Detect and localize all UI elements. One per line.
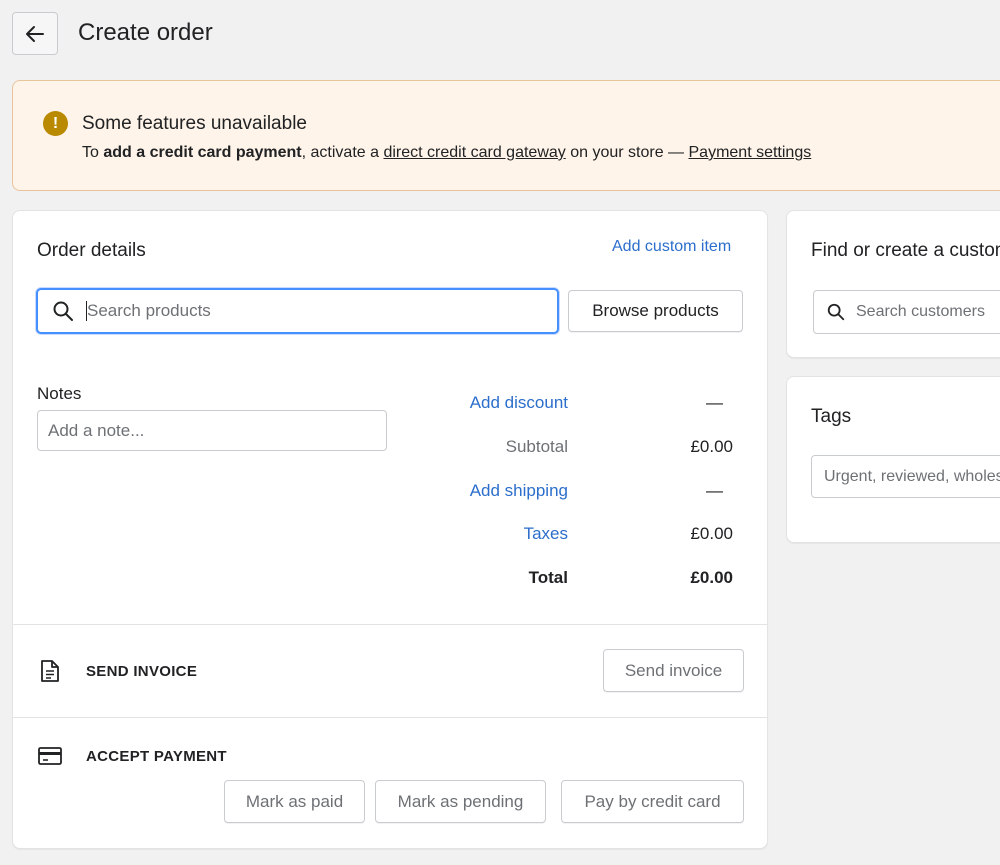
total-value: £0.00 bbox=[690, 568, 733, 587]
customer-search-field[interactable] bbox=[813, 290, 1000, 334]
summary-row-total: Total £0.00 bbox=[393, 568, 733, 592]
banner-text-prefix: To bbox=[82, 144, 104, 161]
section-divider bbox=[13, 717, 767, 718]
notes-label: Notes bbox=[37, 384, 82, 403]
subtotal-value: £0.00 bbox=[690, 437, 733, 456]
summary-row-taxes: Taxes £0.00 bbox=[393, 524, 733, 548]
banner-title: Some features unavailable bbox=[82, 113, 307, 134]
banner-text-bold: add a credit card payment bbox=[103, 144, 302, 161]
order-details-card: Order details Add custom item Browse pro… bbox=[12, 210, 768, 849]
add-shipping-link[interactable]: Add shipping bbox=[470, 481, 568, 501]
arrow-left-icon bbox=[26, 25, 44, 42]
tags-heading: Tags bbox=[811, 406, 852, 427]
shipping-value: — bbox=[706, 481, 723, 500]
product-search-input[interactable] bbox=[87, 301, 507, 321]
total-label: Total bbox=[528, 568, 568, 587]
subtotal-label: Subtotal bbox=[505, 437, 568, 456]
credit-card-icon bbox=[38, 747, 62, 765]
section-divider bbox=[13, 624, 767, 625]
summary-row-shipping: Add shipping — bbox=[393, 481, 733, 505]
banner-text-after: on your store — bbox=[565, 144, 689, 161]
search-icon bbox=[53, 301, 73, 321]
gateway-link[interactable]: direct credit card gateway bbox=[383, 144, 565, 161]
send-invoice-title: SEND INVOICE bbox=[86, 663, 198, 680]
summary-row-subtotal: Subtotal £0.00 bbox=[393, 437, 733, 461]
accept-payment-title: ACCEPT PAYMENT bbox=[86, 748, 227, 765]
search-icon bbox=[827, 303, 845, 321]
send-invoice-button[interactable]: Send invoice bbox=[603, 649, 744, 692]
discount-value: — bbox=[706, 393, 723, 412]
customer-heading: Find or create a customer bbox=[811, 240, 1000, 261]
warning-banner: ! Some features unavailable To add a cre… bbox=[12, 80, 1000, 191]
taxes-link[interactable]: Taxes bbox=[524, 524, 568, 544]
tags-card: Tags bbox=[786, 376, 1000, 543]
banner-text: To add a credit card payment, activate a… bbox=[82, 144, 811, 162]
page-title: Create order bbox=[78, 19, 213, 46]
mark-as-pending-button[interactable]: Mark as pending bbox=[375, 780, 546, 823]
warning-icon: ! bbox=[43, 111, 68, 136]
taxes-value: £0.00 bbox=[690, 524, 733, 543]
mark-as-paid-button[interactable]: Mark as paid bbox=[224, 780, 365, 823]
add-discount-link[interactable]: Add discount bbox=[470, 393, 568, 413]
customer-search-input[interactable] bbox=[856, 303, 1000, 321]
notes-input[interactable] bbox=[37, 410, 387, 451]
customer-card: Find or create a customer bbox=[786, 210, 1000, 358]
product-search-field[interactable] bbox=[36, 288, 559, 334]
banner-text-mid: , activate a bbox=[301, 144, 384, 161]
order-details-heading: Order details bbox=[37, 240, 146, 261]
summary-row-discount: Add discount — bbox=[393, 393, 733, 417]
back-button[interactable] bbox=[12, 12, 58, 55]
pay-by-credit-card-button[interactable]: Pay by credit card bbox=[561, 780, 744, 823]
tags-input[interactable] bbox=[811, 455, 1000, 498]
add-custom-item-link[interactable]: Add custom item bbox=[612, 238, 731, 256]
browse-products-button[interactable]: Browse products bbox=[568, 290, 743, 332]
document-icon bbox=[41, 660, 59, 682]
payment-settings-link[interactable]: Payment settings bbox=[689, 144, 812, 161]
